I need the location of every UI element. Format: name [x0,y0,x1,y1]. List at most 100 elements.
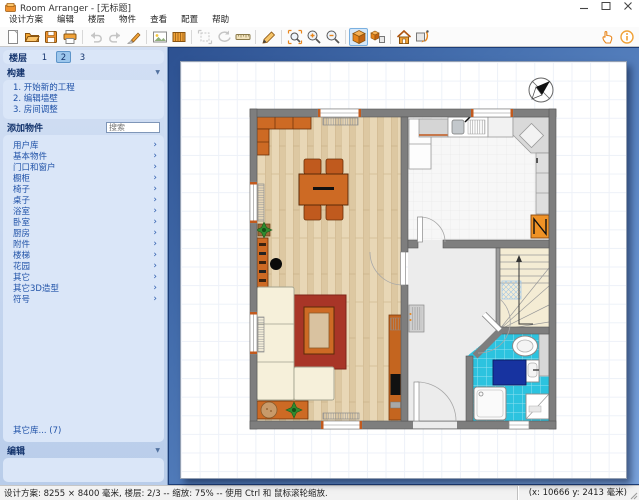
bathroom-sink[interactable] [526,360,539,382]
walkthrough-button[interactable] [413,28,432,46]
floor-button-3[interactable]: 3 [75,51,90,63]
bath-mat[interactable] [493,360,526,385]
build-step-link[interactable]: 3. 房间调整 [3,105,164,116]
build-step-link[interactable]: 1. 开始新的工程 [3,83,164,94]
compass-rose[interactable] [529,78,553,102]
minimize-button[interactable] [573,0,595,14]
menu-item[interactable]: 编辑 [50,14,81,27]
window[interactable] [250,182,257,223]
category-item[interactable]: 其它› [3,271,164,282]
info-button[interactable] [617,28,636,46]
potted-plant[interactable] [256,222,272,238]
search-input[interactable] [106,122,160,133]
bath-cabinet[interactable] [539,334,549,376]
shower-tray[interactable] [474,387,506,420]
view-home-button[interactable] [394,28,413,46]
zoom-out-button[interactable] [323,28,342,46]
category-item[interactable]: 其它3D造型› [3,282,164,293]
radiator[interactable] [258,317,264,352]
hall-cabinet[interactable] [409,305,424,332]
category-item[interactable]: 浴室› [3,205,164,216]
menu-item[interactable]: 物件 [112,14,143,27]
maximize-button[interactable] [595,0,617,14]
bookshelf[interactable] [257,238,268,287]
measure-button[interactable] [233,28,252,46]
category-item[interactable]: 花园› [3,260,164,271]
minimize-icon [578,1,590,14]
chevron-down-icon[interactable]: ▼ [155,69,160,76]
menu-item[interactable]: 查看 [143,14,174,27]
washing-machine[interactable] [526,394,549,419]
floor-button-2[interactable]: 2 [56,51,71,63]
canvas-area[interactable] [168,47,639,485]
rotate-button[interactable] [214,28,233,46]
category-item[interactable]: 附件› [3,238,164,249]
category-item[interactable]: 橱柜› [3,172,164,183]
new-button[interactable] [3,28,22,46]
build-step-link[interactable]: 2. 编辑墙壁 [3,94,164,105]
chevron-right-icon: › [153,283,157,293]
tv[interactable] [391,374,401,395]
pouf[interactable] [261,402,277,418]
zoom-in-button[interactable] [304,28,323,46]
category-item[interactable]: 卧室› [3,216,164,227]
category-item[interactable]: 基本物件› [3,150,164,161]
window[interactable] [509,421,529,429]
zoom-fit-button[interactable] [285,28,304,46]
export-image-button[interactable] [150,28,169,46]
menu-item[interactable]: 帮助 [205,14,236,27]
window[interactable] [318,109,361,117]
dining-chair[interactable] [304,159,321,174]
build-section-header[interactable]: 构建 ▼ [0,65,167,79]
window[interactable] [471,109,513,117]
tv-cabinet[interactable] [389,315,402,420]
redo-button[interactable] [105,28,124,46]
sideboard[interactable] [257,401,308,419]
menu-item[interactable]: 设计方案 [2,14,50,27]
draw-icon [261,29,277,45]
radiator[interactable] [258,184,264,221]
open-button[interactable] [22,28,41,46]
menu-item[interactable]: 楼层 [81,14,112,27]
chevron-right-icon: › [153,173,157,183]
view-walls-icon [370,29,386,45]
floors-label: 楼层 [9,51,27,64]
more-libraries-link[interactable]: 其它库... (7) [3,422,164,439]
view-3d-button[interactable] [349,28,368,46]
resize-button[interactable] [195,28,214,46]
chevron-down-icon[interactable]: ▼ [155,447,160,454]
dining-chair[interactable] [326,159,343,174]
stove[interactable] [531,215,549,238]
dining-chair[interactable] [326,205,343,220]
undo-button[interactable] [86,28,105,46]
dining-chair[interactable] [304,205,321,220]
texture-button[interactable] [169,28,188,46]
category-item[interactable]: 用户库› [3,139,164,150]
print-button[interactable] [60,28,79,46]
brush-button[interactable] [124,28,143,46]
floor-button-1[interactable]: 1 [37,51,52,63]
coffee-table[interactable] [304,307,334,354]
floor-lamp[interactable] [270,258,282,270]
radiator[interactable] [323,413,359,419]
resize-grip[interactable] [630,492,638,500]
toilet[interactable] [513,336,538,356]
window[interactable] [250,312,257,354]
category-item[interactable]: 厨房› [3,227,164,238]
category-item[interactable]: 桌子› [3,194,164,205]
view-walls-button[interactable] [368,28,387,46]
category-item[interactable]: 椅子› [3,183,164,194]
save-button[interactable] [41,28,60,46]
draw-button[interactable] [259,28,278,46]
category-item[interactable]: 门口和窗户› [3,161,164,172]
edit-section-header[interactable]: 编辑 ▼ [0,443,167,457]
category-item[interactable]: 楼梯› [3,249,164,260]
window[interactable] [321,421,362,429]
pointer-button[interactable] [598,28,617,46]
menu-item[interactable]: 配置 [174,14,205,27]
category-item[interactable]: 符号› [3,293,164,304]
zoom-in-icon [306,29,322,45]
radiator[interactable] [323,118,358,125]
drawing-paper[interactable] [180,61,627,479]
close-button[interactable] [617,0,639,14]
